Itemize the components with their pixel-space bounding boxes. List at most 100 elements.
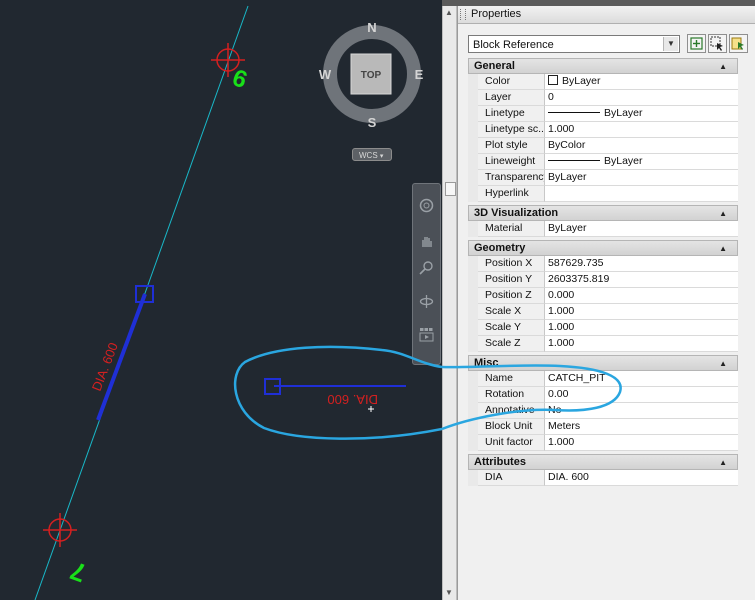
property-row[interactable]: Layer 0 — [468, 90, 738, 106]
chevron-down-icon[interactable]: ▼ — [663, 37, 678, 51]
compass-west[interactable]: W — [319, 67, 332, 82]
compass-east[interactable]: E — [415, 67, 424, 82]
linetype-preview-icon — [548, 160, 600, 161]
property-value-text: 2603375.819 — [548, 273, 610, 285]
drawing-canvas[interactable]: DIA. 600 9 7 DIA. 600 TOP N S W E WCS ▾ — [0, 0, 442, 600]
section-header[interactable]: General ▲ — [468, 58, 738, 74]
property-row[interactable]: Material ByLayer — [468, 221, 738, 237]
property-value[interactable]: 1.000 — [545, 304, 738, 320]
zoom-icon[interactable] — [419, 260, 434, 275]
quick-select-button[interactable] — [729, 34, 748, 53]
property-value[interactable]: ByLayer — [545, 154, 738, 170]
row-gutter — [468, 470, 478, 486]
property-value-text: Meters — [548, 420, 581, 432]
property-value[interactable]: 1.000 — [545, 336, 738, 352]
compass-south[interactable]: S — [368, 115, 377, 130]
steering-wheel-icon[interactable] — [419, 198, 434, 213]
property-name: Position Z — [478, 288, 545, 304]
property-value[interactable]: ByLayer — [545, 221, 738, 237]
property-value[interactable]: 587629.735 — [545, 256, 738, 272]
vertical-scrollbar[interactable]: ▲ ▼ — [442, 6, 457, 600]
property-value[interactable]: No — [545, 403, 738, 419]
collapse-icon[interactable]: ▲ — [719, 455, 727, 470]
row-gutter — [468, 138, 478, 154]
property-row[interactable]: Linetype ByLayer — [468, 106, 738, 122]
property-value[interactable]: ByLayer — [545, 106, 738, 122]
property-row[interactable]: Annotative No — [468, 403, 738, 419]
collapse-icon[interactable]: ▲ — [719, 206, 727, 221]
property-row[interactable]: Position Y 2603375.819 — [468, 272, 738, 288]
orbit-icon[interactable] — [419, 294, 434, 309]
property-value-text: 1.000 — [548, 123, 575, 135]
property-value[interactable]: Meters — [545, 419, 738, 435]
scroll-up-arrow-icon[interactable]: ▲ — [445, 9, 453, 17]
collapse-icon[interactable]: ▲ — [719, 241, 727, 256]
property-value[interactable]: 2603375.819 — [545, 272, 738, 288]
object-type-select[interactable]: Block Reference ▼ — [468, 35, 680, 53]
property-value[interactable]: 0.000 — [545, 288, 738, 304]
property-row[interactable]: Scale Z 1.000 — [468, 336, 738, 352]
property-row[interactable]: DIA DIA. 600 — [468, 470, 738, 486]
property-row[interactable]: Position Z 0.000 — [468, 288, 738, 304]
property-row[interactable]: Rotation 0.00 — [468, 387, 738, 403]
scroll-thumb[interactable] — [445, 182, 456, 196]
toggle-pickadd-button[interactable] — [687, 34, 706, 53]
scroll-down-arrow-icon[interactable]: ▼ — [445, 589, 453, 597]
row-gutter — [468, 106, 478, 122]
property-value[interactable]: 1.000 — [545, 320, 738, 336]
section-header[interactable]: Attributes ▲ — [468, 454, 738, 470]
property-value[interactable]: CATCH_PIT — [545, 371, 738, 387]
property-name: Hyperlink — [478, 186, 545, 202]
property-row[interactable]: Transparency ByLayer — [468, 170, 738, 186]
property-row[interactable]: Plot style ByColor — [468, 138, 738, 154]
compass-north[interactable]: N — [367, 20, 376, 35]
property-sections: General ▲ Color ByLayer Layer 0 Linetype ByLaye… — [468, 58, 738, 486]
section-header[interactable]: 3D Visualization ▲ — [468, 205, 738, 221]
property-value[interactable]: 1.000 — [545, 435, 738, 451]
property-value-text: ByLayer — [548, 171, 587, 183]
property-value[interactable]: 0.00 — [545, 387, 738, 403]
property-row[interactable]: Scale X 1.000 — [468, 304, 738, 320]
collapse-icon[interactable]: ▲ — [719, 356, 727, 371]
property-value[interactable]: ByLayer — [545, 170, 738, 186]
node-top-label: 9 — [229, 63, 251, 93]
grip-icon[interactable] — [460, 9, 466, 20]
property-name: Scale X — [478, 304, 545, 320]
property-value[interactable]: 0 — [545, 90, 738, 106]
select-objects-button[interactable] — [708, 34, 727, 53]
property-row[interactable]: Name CATCH_PIT — [468, 371, 738, 387]
row-gutter — [468, 304, 478, 320]
select-objects-icon — [710, 36, 723, 51]
property-value[interactable]: ByColor — [545, 138, 738, 154]
property-row[interactable]: Linetype sc... 1.000 — [468, 122, 738, 138]
property-value[interactable]: DIA. 600 — [545, 470, 738, 486]
property-name: Rotation — [478, 387, 545, 403]
property-row[interactable]: Hyperlink — [468, 186, 738, 202]
navigation-bar[interactable] — [412, 183, 441, 365]
property-row[interactable]: Scale Y 1.000 — [468, 320, 738, 336]
property-row[interactable]: Position X 587629.735 — [468, 256, 738, 272]
node-bottom[interactable] — [43, 513, 77, 547]
properties-palette: Properties Block Reference ▼ General ▲ Col… — [457, 6, 755, 600]
row-gutter — [468, 122, 478, 138]
property-name: Color — [478, 74, 545, 90]
property-value[interactable] — [545, 186, 738, 202]
property-row[interactable]: Block Unit Meters — [468, 419, 738, 435]
color-swatch-icon — [548, 75, 558, 85]
property-value-text: ByColor — [548, 139, 586, 151]
pan-icon[interactable] — [419, 234, 434, 249]
section-header[interactable]: Geometry ▲ — [468, 240, 738, 256]
property-row[interactable]: Lineweight ByLayer — [468, 154, 738, 170]
property-row[interactable]: Color ByLayer — [468, 74, 738, 90]
property-value-text: 1.000 — [548, 321, 575, 333]
section-header[interactable]: Misc ▲ — [468, 355, 738, 371]
showmotion-icon[interactable] — [419, 327, 434, 342]
property-value[interactable]: ByLayer — [545, 74, 738, 90]
viewcube[interactable]: TOP N S W E — [318, 18, 426, 130]
collapse-icon[interactable]: ▲ — [719, 59, 727, 74]
property-row[interactable]: Unit factor 1.000 — [468, 435, 738, 451]
property-value[interactable]: 1.000 — [545, 122, 738, 138]
property-name: Block Unit — [478, 419, 545, 435]
wcs-menu[interactable]: WCS ▾ — [352, 148, 392, 161]
palette-title-bar[interactable]: Properties — [458, 6, 755, 24]
